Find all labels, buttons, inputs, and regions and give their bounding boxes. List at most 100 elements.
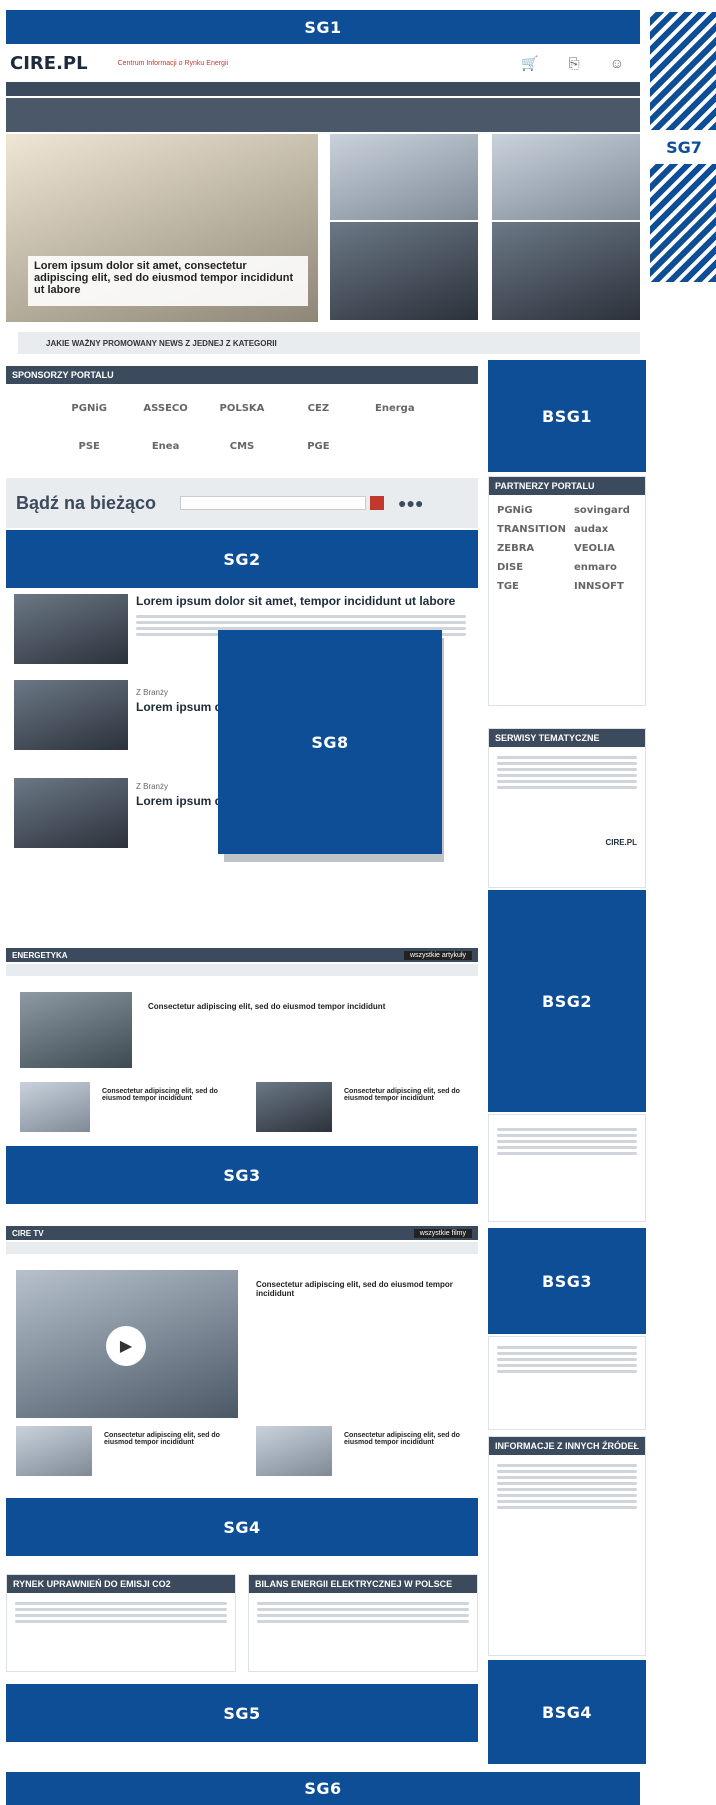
promo-banner-title: JAKIE WAŻNY PROMOWANY NEWS Z JEDNEJ Z KA… (46, 338, 277, 348)
promo-banner[interactable]: JAKIE WAŻNY PROMOWANY NEWS Z JEDNEJ Z KA… (18, 332, 640, 354)
cire-tv-sub-video-1[interactable] (16, 1426, 92, 1476)
ad-slot-bsg4[interactable]: BSG4 (488, 1660, 646, 1764)
main-nav[interactable] (6, 82, 640, 96)
partner-logo[interactable]: audax (574, 524, 637, 535)
ad-slot-sg1[interactable]: SG1 (6, 10, 640, 44)
ad-slot-label: SG2 (223, 549, 261, 569)
services-panel: SERWISY TEMATYCZNE CIRE.PL (488, 728, 646, 888)
ad-slot-sg5[interactable]: SG5 (6, 1684, 478, 1742)
partner-logo[interactable]: TRANSITION (497, 524, 566, 535)
partner-logo[interactable]: DISE (497, 562, 566, 573)
partner-logo[interactable]: TGE (497, 581, 566, 592)
energetyka-header-bar: ENERGETYKA wszystkie artykuły (6, 948, 478, 962)
cart-icon[interactable]: 🛒 (521, 55, 538, 72)
cire-tv-header-bar: CIRE TV wszystkie filmy (6, 1226, 478, 1240)
hero-card-2[interactable] (492, 134, 640, 220)
ad-slot-sg6[interactable]: SG6 (6, 1772, 640, 1805)
ad-slot-sg3[interactable]: SG3 (6, 1146, 478, 1204)
energetyka-header: ENERGETYKA (12, 950, 68, 960)
sponsor-logo[interactable]: CMS (230, 441, 255, 452)
hero-card-3[interactable] (330, 222, 478, 320)
ad-slot-sg4[interactable]: SG4 (6, 1498, 478, 1556)
partner-logo[interactable]: VEOLIA (574, 543, 637, 554)
ad-slot-label: BSG2 (542, 991, 592, 1011)
energetyka-lead-image[interactable] (20, 992, 132, 1068)
ad-slot-sg2[interactable]: SG2 (6, 530, 478, 588)
info-panel: INFORMACJE Z INNYCH ŹRÓDEŁ (488, 1436, 646, 1656)
services-header: SERWISY TEMATYCZNE (489, 729, 645, 747)
news-tag-3: Z Branży (136, 782, 169, 791)
ad-slot-label: SG1 (304, 17, 342, 37)
ad-slot-label: SG6 (304, 1779, 342, 1798)
cire-tv-all-link[interactable]: wszystkie filmy (413, 1228, 472, 1238)
ad-slot-sg7-label: SG7 (666, 138, 702, 157)
news-thumb-3[interactable] (14, 778, 128, 848)
energetyka-sub-image-2[interactable] (256, 1082, 332, 1132)
partners-header: PARTNERZY PORTALU (489, 477, 645, 495)
ad-slot-label: SG5 (223, 1703, 261, 1723)
newsletter-input[interactable] (180, 496, 367, 510)
co2-panel: RYNEK UPRAWNIEŃ DO EMISJI CO2 (6, 1574, 236, 1672)
partner-logo[interactable]: PGNiG (497, 505, 566, 516)
energetyka-sub-image-1[interactable] (20, 1082, 90, 1132)
news-tag-2: Z Branży (136, 688, 169, 697)
partner-logo[interactable]: sovingard (574, 505, 637, 516)
newsletter-title: Bądź na bieżąco (16, 492, 157, 513)
sponsor-logo[interactable]: PGNiG (71, 403, 107, 414)
ad-slot-label: SG8 (311, 732, 349, 752)
news-title-3[interactable]: Lorem ipsum d (136, 794, 222, 808)
submit-button[interactable] (370, 496, 385, 510)
sidebar-list (488, 1114, 646, 1222)
hero-card-4[interactable] (492, 222, 640, 320)
cire-tv-lead-title[interactable]: Consectetur adipiscing elit, sed do eius… (256, 1280, 466, 1298)
sub-nav[interactable] (6, 98, 640, 132)
ad-slot-label: BSG3 (542, 1271, 592, 1291)
login-icon[interactable]: ⎘ (569, 55, 580, 72)
sponsors-header: SPONSORZY PORTALU (6, 366, 478, 384)
sponsor-logo[interactable]: PGE (307, 441, 329, 452)
tagline: Centrum Informacji o Rynku Energii (117, 59, 229, 67)
cire-tv-sub-title-1[interactable]: Consectetur adipiscing elit, sed do eius… (104, 1432, 234, 1446)
logo[interactable]: CIRE.PL (10, 53, 88, 74)
hero-main-caption[interactable]: Lorem ipsum dolor sit amet, consectetur … (28, 256, 308, 306)
energetyka-lead-title[interactable]: Consectetur adipiscing elit, sed do eius… (148, 1002, 468, 1011)
sponsor-logo[interactable]: Energa (375, 403, 415, 414)
ad-slot-bsg1[interactable]: BSG1 (488, 360, 646, 472)
cire-tv-sub-video-2[interactable] (256, 1426, 332, 1476)
energetyka-sub-title-2[interactable]: Consectetur adipiscing elit, sed do eius… (344, 1088, 474, 1102)
news-thumb-2[interactable] (14, 680, 128, 750)
partner-logo[interactable]: enmaro (574, 562, 637, 573)
partner-logo[interactable]: ZEBRA (497, 543, 566, 554)
energetyka-sub-title-1[interactable]: Consectetur adipiscing elit, sed do eius… (102, 1088, 232, 1102)
user-icon[interactable]: ☺ (610, 55, 624, 72)
play-icon[interactable]: ▶ (106, 1326, 146, 1366)
services-brand: CIRE.PL (605, 838, 637, 847)
cire-tv-sub-title-2[interactable]: Consectetur adipiscing elit, sed do eius… (344, 1432, 474, 1446)
sponsor-logo[interactable]: Enea (152, 441, 179, 452)
sponsor-logo[interactable]: POLSKA (220, 403, 265, 414)
news-thumb-1[interactable] (14, 594, 128, 664)
news-title-1[interactable]: Lorem ipsum dolor sit amet, tempor incid… (136, 594, 466, 608)
bilans-header: BILANS ENERGII ELEKTRYCZNEJ W POLSCE (249, 1575, 477, 1593)
partner-logo[interactable]: INNSOFT (574, 581, 637, 592)
ad-slot-bsg3[interactable]: BSG3 (488, 1228, 646, 1334)
energetyka-all-link[interactable]: wszystkie artykuły (403, 950, 472, 960)
newsletter-box: Bądź na bieżąco ●●● (6, 478, 478, 528)
partners-panel: PARTNERZY PORTALU PGNiG sovingard TRANSI… (488, 476, 646, 706)
social-icons[interactable]: ●●● (398, 495, 423, 511)
energetyka-tabs[interactable] (6, 964, 478, 976)
sponsor-logo[interactable]: PSE (79, 441, 100, 452)
ad-slot-label: SG3 (223, 1165, 261, 1185)
sponsor-logo[interactable]: CEZ (308, 403, 329, 414)
hero-card-1[interactable] (330, 134, 478, 220)
ad-slot-label: SG4 (223, 1517, 261, 1537)
cire-tv-tabs[interactable] (6, 1242, 478, 1254)
info-header: INFORMACJE Z INNYCH ŹRÓDEŁ (489, 1437, 645, 1455)
news-title-2[interactable]: Lorem ipsum d (136, 700, 222, 714)
ad-slot-sg8[interactable]: SG8 (218, 630, 442, 854)
ad-slot-bsg2[interactable]: BSG2 (488, 890, 646, 1112)
sidebar-news-box (488, 1336, 646, 1430)
sponsor-logo[interactable]: ASSECO (143, 403, 187, 414)
cire-tv-header: CIRE TV (12, 1228, 44, 1238)
ad-slot-label: BSG4 (542, 1702, 592, 1722)
